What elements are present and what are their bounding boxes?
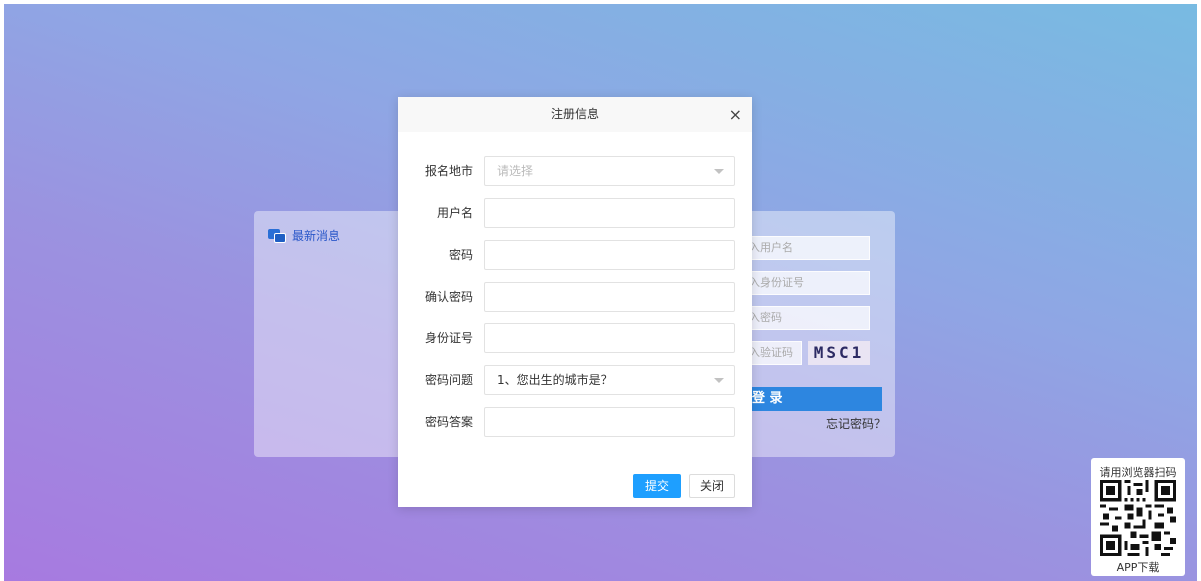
close-icon[interactable]: × [729, 97, 742, 132]
qr-download-label: APP下载 [1116, 561, 1160, 574]
field-security-answer: 密码答案 [398, 407, 752, 437]
app-download-qr: 请用浏览器扫码 APP下载 [1091, 458, 1185, 576]
field-confirm-password: 确认密码 [398, 282, 752, 312]
password-field[interactable] [484, 240, 735, 270]
field-idcard: 身份证号 [398, 323, 752, 353]
forgot-password-link[interactable]: 忘记密码？ [826, 415, 886, 432]
city-select[interactable]: 请选择 [484, 156, 735, 186]
close-button[interactable]: 关闭 [689, 474, 735, 498]
field-label: 报名地市 [424, 164, 473, 178]
idcard-field[interactable] [484, 323, 735, 353]
qr-caption: 请用浏览器扫码 [1099, 466, 1177, 479]
select-value: 请选择 [497, 164, 534, 178]
login-button[interactable]: 登 录 [740, 387, 882, 411]
news-title: 最新消息 [292, 229, 341, 243]
qr-code-icon[interactable] [1100, 480, 1176, 556]
idcard-input[interactable]: 入身份证号 [740, 271, 870, 295]
field-security-question: 密码问题 1、您出生的城市是？ [398, 365, 752, 395]
field-label: 身份证号 [424, 331, 473, 345]
chevron-down-icon [714, 378, 724, 383]
chevron-down-icon [714, 169, 724, 174]
field-label: 用户名 [436, 206, 473, 220]
modal-header: 注册信息 × [398, 97, 752, 132]
field-city: 报名地市 请选择 [398, 156, 752, 186]
field-label: 确认密码 [424, 290, 473, 304]
captcha-image[interactable]: MSC1 [808, 341, 870, 365]
confirm-password-field[interactable] [484, 282, 735, 312]
password-input[interactable]: 入密码 [740, 306, 870, 330]
field-label: 密码答案 [424, 415, 473, 429]
field-password: 密码 [398, 240, 752, 270]
news-header: 最新消息 [268, 227, 340, 244]
field-label: 密码 [448, 248, 473, 262]
modal-title: 注册信息 [550, 107, 599, 121]
chat-bubbles-icon [268, 228, 286, 243]
username-field[interactable] [484, 198, 735, 228]
select-value: 1、您出生的城市是？ [497, 373, 613, 387]
security-question-select[interactable]: 1、您出生的城市是？ [484, 365, 735, 395]
field-label: 密码问题 [424, 373, 473, 387]
register-modal: 注册信息 × 报名地市 请选择 用户名 密码 确认密码 身份证号 密码问题 1、… [398, 97, 752, 507]
field-username: 用户名 [398, 198, 752, 228]
security-answer-field[interactable] [484, 407, 735, 437]
username-input[interactable]: 入用户名 [740, 236, 870, 260]
submit-button[interactable]: 提交 [633, 474, 681, 498]
